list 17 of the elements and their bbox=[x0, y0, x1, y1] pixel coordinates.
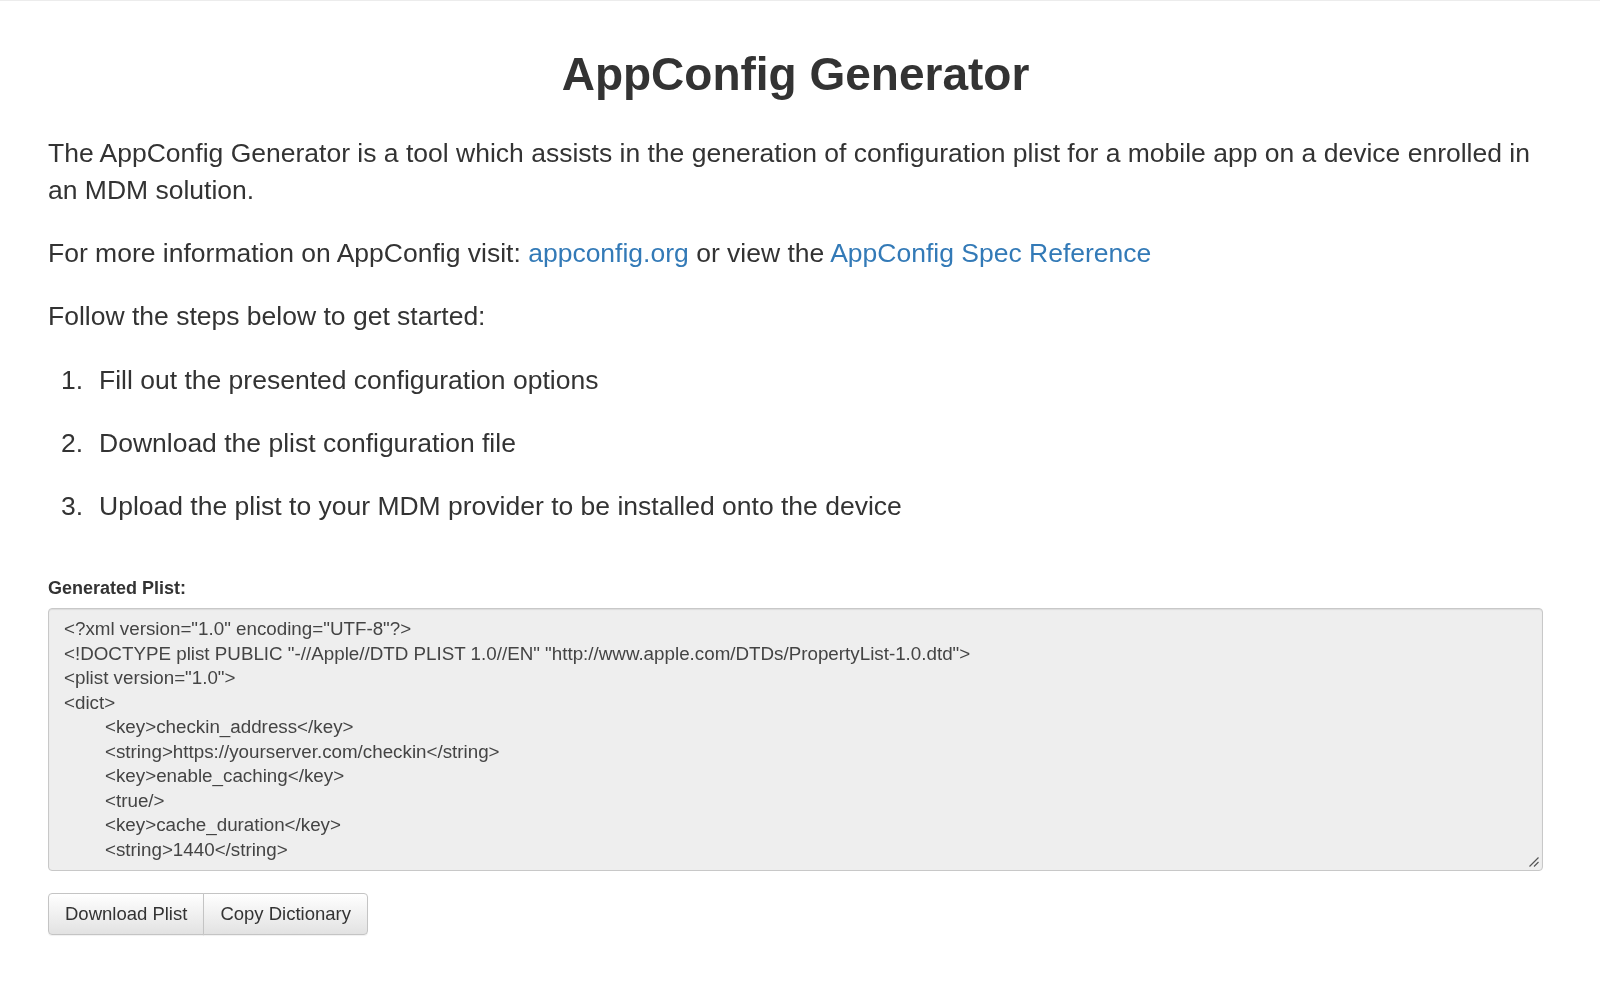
intro-paragraph: The AppConfig Generator is a tool which assists in the generation of configuration plist for a mobile app on a device enrolled in an MDM solution. bbox=[48, 137, 1531, 207]
info-paragraph: For more information on AppConfig visit: appconfig.org or view the AppConfig Spec Reference bbox=[48, 237, 1153, 270]
step-text: Download the plist configuration file bbox=[99, 427, 516, 460]
step-text: Upload the plist to your MDM provider to be installed onto the device bbox=[99, 490, 902, 523]
step-number: 3. bbox=[61, 490, 83, 523]
plist-text-area[interactable]: <?xml version="1.0" encoding="UTF-8"?> <!DOCTYPE plist PUBLIC "-//Apple//DTD PLIST 1.0//EN" "http://www.apple.com/DTDs/PropertyList-1.0.dtd"> <plist version="1.0"> <dict> <key>checkin_address</key> <string>https://yourserver.com/checkin</string> <key>enable_caching</key> <true/> <key>cache_duration</key> <string>1440</string> bbox=[48, 608, 1543, 871]
action-button[interactable]: Download Plist bbox=[48, 893, 205, 935]
page-title: AppConfig Generator bbox=[560, 49, 1031, 100]
resize-grip-icon[interactable] bbox=[1529, 857, 1539, 867]
step-number: 1. bbox=[61, 364, 83, 397]
step-number: 2. bbox=[61, 427, 83, 460]
website-link[interactable]: appconfig.org bbox=[528, 238, 689, 268]
step-text: Fill out the presented configuration options bbox=[99, 364, 599, 397]
action-button[interactable]: Copy Dictionary bbox=[203, 893, 368, 935]
steps-intro-text: Follow the steps below to get started: bbox=[48, 300, 487, 333]
reference-link[interactable]: AppConfig Spec Reference bbox=[830, 238, 1152, 268]
field-label: Generated Plist: bbox=[48, 578, 188, 598]
